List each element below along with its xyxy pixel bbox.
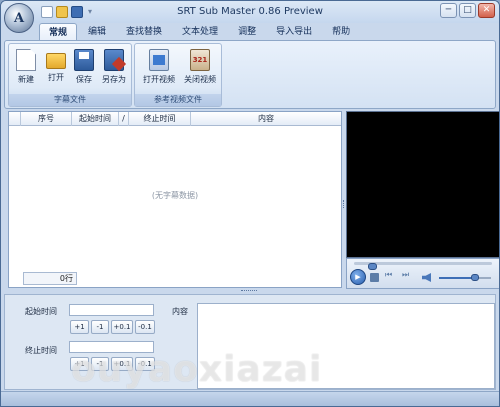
tab-adjust[interactable]: 调整 <box>229 23 265 41</box>
subtitle-file-group: 新建 打开 保存 另存为 字幕文件 <box>8 43 132 107</box>
next-button[interactable]: ⏭ <box>402 270 409 280</box>
play-icon: ▶ <box>355 273 361 281</box>
minimize-button[interactable]: ─ <box>440 3 457 18</box>
tab-general[interactable]: 常规 <box>39 23 78 41</box>
app-window: ▾ SRT Sub Master 0.86 Preview ─ □ ✕ A 常规… <box>0 0 500 407</box>
subtitle-list-header: 序号 起始时间 / 终止时间 内容 <box>9 112 341 126</box>
save-disk-icon <box>74 49 94 71</box>
open-video-button[interactable]: 打开视频 <box>142 47 176 91</box>
seek-bar[interactable] <box>354 262 492 270</box>
save-as-button[interactable]: 另存为 <box>99 47 129 91</box>
close-video-button-label: 关闭视频 <box>184 75 216 84</box>
window-controls: ─ □ ✕ <box>440 3 495 18</box>
play-button[interactable]: ▶ <box>350 269 366 285</box>
save-as-icon <box>104 49 124 71</box>
end-minus-1-button[interactable]: -1 <box>91 357 109 371</box>
save-as-button-label: 另存为 <box>102 75 126 84</box>
close-video-icon: 321 <box>190 49 210 71</box>
volume-icon[interactable] <box>422 273 431 282</box>
column-end-time[interactable]: 终止时间 <box>129 112 191 126</box>
column-start-time[interactable]: 起始时间 <box>72 112 119 126</box>
previous-button[interactable]: ⏮ <box>385 270 392 280</box>
maximize-button[interactable]: □ <box>459 3 476 18</box>
status-bar <box>1 391 499 406</box>
video-player-controls: ▶ ⏮ ⏭ <box>346 258 499 289</box>
column-index[interactable]: 序号 <box>21 112 72 126</box>
content-textarea[interactable] <box>197 303 495 389</box>
close-video-button[interactable]: 321 关闭视频 <box>183 47 217 91</box>
empty-list-message: (无字幕数据) <box>151 191 199 200</box>
start-time-label: 起始时间 <box>25 307 57 316</box>
window-title: SRT Sub Master 0.86 Preview <box>177 6 323 17</box>
end-time-input[interactable] <box>69 341 154 353</box>
reference-video-group-label: 参考视频文件 <box>135 94 221 106</box>
tab-find-replace[interactable]: 查找替换 <box>117 23 171 41</box>
tab-help[interactable]: 帮助 <box>323 23 359 41</box>
title-bar: ▾ SRT Sub Master 0.86 Preview ─ □ ✕ <box>1 1 499 23</box>
save-button-label: 保存 <box>76 75 92 84</box>
volume-slider[interactable] <box>439 277 491 279</box>
tab-import-export[interactable]: 导入导出 <box>267 23 321 41</box>
volume-fill <box>439 277 475 279</box>
start-plus-1-button[interactable]: +1 <box>70 320 89 334</box>
volume-handle[interactable] <box>471 274 479 281</box>
column-handle <box>9 112 21 126</box>
open-button[interactable]: 打开 <box>41 47 71 91</box>
column-content[interactable]: 内容 <box>191 112 341 126</box>
start-minus-0-1-button[interactable]: -0.1 <box>135 320 155 334</box>
end-plus-0-1-button[interactable]: +0.1 <box>111 357 133 371</box>
open-video-button-label: 打开视频 <box>143 75 175 84</box>
start-time-input[interactable] <box>69 304 154 316</box>
row-count: 0行 <box>23 272 77 285</box>
tab-edit[interactable]: 编辑 <box>79 23 115 41</box>
seek-handle[interactable] <box>368 263 377 270</box>
video-preview <box>346 111 499 258</box>
end-plus-1-button[interactable]: +1 <box>70 357 89 371</box>
application-menu-button[interactable]: A <box>4 3 34 33</box>
stop-button[interactable] <box>370 273 379 282</box>
open-video-icon <box>149 49 169 71</box>
app-logo-icon: A <box>13 10 25 26</box>
previous-icon: ⏮ <box>385 270 393 279</box>
subtitle-editor: 起始时间 +1 -1 +0.1 -0.1 终止时间 +1 -1 +0.1 -0.… <box>4 294 496 390</box>
new-button-label: 新建 <box>18 75 34 84</box>
end-time-label: 终止时间 <box>25 346 57 355</box>
ribbon-tabs: 常规 编辑 查找替换 文本处理 调整 导入导出 帮助 <box>39 23 359 41</box>
new-button[interactable]: 新建 <box>11 47 41 91</box>
main-area: 序号 起始时间 / 终止时间 内容 (无字幕数据) 0行 ▶ ⏮ ⏭ <box>4 110 499 290</box>
start-plus-0-1-button[interactable]: +0.1 <box>111 320 133 334</box>
subtitle-list[interactable]: 序号 起始时间 / 终止时间 内容 (无字幕数据) 0行 <box>8 111 342 288</box>
horizontal-splitter[interactable] <box>241 290 257 293</box>
tab-text-processing[interactable]: 文本处理 <box>173 23 227 41</box>
save-button[interactable]: 保存 <box>69 47 99 91</box>
ribbon-panel: 新建 打开 保存 另存为 字幕文件 打开视频 321 关闭视频 参考视频文件 <box>4 40 496 109</box>
next-icon: ⏭ <box>402 270 410 279</box>
open-button-label: 打开 <box>48 73 64 82</box>
content-label: 内容 <box>172 307 188 316</box>
reference-video-group: 打开视频 321 关闭视频 参考视频文件 <box>134 43 222 107</box>
open-folder-icon <box>46 53 66 69</box>
end-minus-0-1-button[interactable]: -0.1 <box>135 357 155 371</box>
start-minus-1-button[interactable]: -1 <box>91 320 109 334</box>
close-button[interactable]: ✕ <box>478 3 495 18</box>
subtitle-file-group-label: 字幕文件 <box>9 94 131 106</box>
column-separator: / <box>119 112 129 126</box>
new-file-icon <box>16 49 36 71</box>
vertical-splitter[interactable] <box>343 200 345 208</box>
